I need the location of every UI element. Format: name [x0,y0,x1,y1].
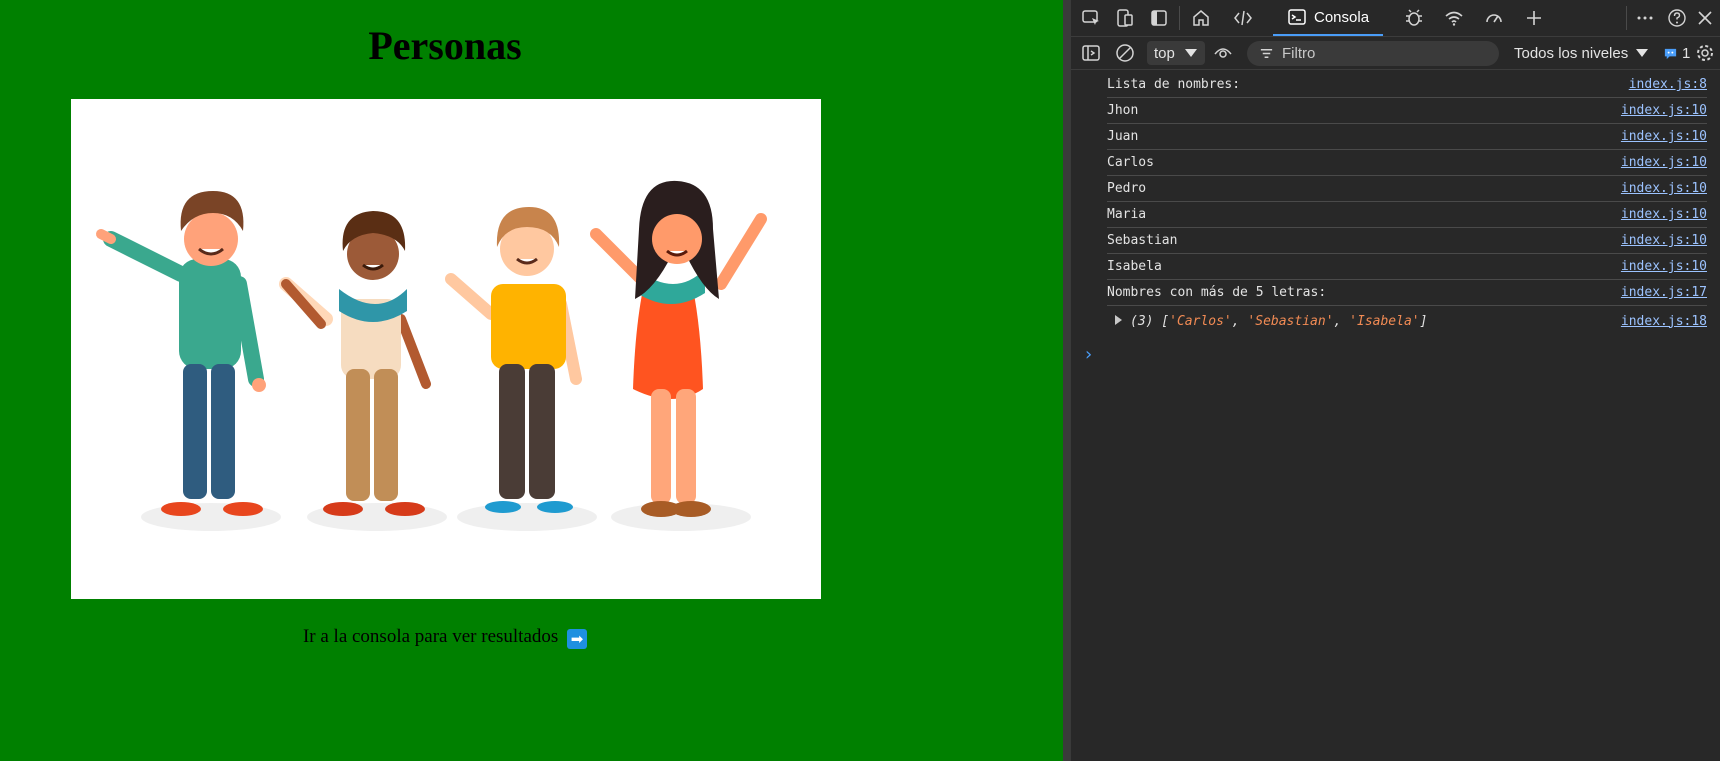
array-item: 'Isabela' [1349,313,1420,329]
people-illustration [71,99,821,599]
person-2-figure [279,211,431,516]
log-source-link[interactable]: index.js:10 [1621,155,1707,170]
log-message: Isabela [1107,259,1162,274]
log-message: Maria [1107,207,1147,222]
tab-console[interactable]: Consola [1273,0,1383,36]
issues-counter[interactable]: 1 [1663,41,1690,65]
log-message: Nombres con más de 5 letras: [1107,285,1327,300]
log-row-array[interactable]: (3) ['Carlos', 'Sebastian', 'Isabela'] i… [1107,306,1707,336]
sidebar-toggle-icon[interactable] [1079,41,1103,65]
log-row: Maria index.js:10 [1107,202,1707,228]
person-4-figure [590,180,767,517]
console-toolbar: top Filtro Todos los niveles 1 [1071,37,1720,70]
log-source-link[interactable]: index.js:10 [1621,181,1707,196]
chevron-down-icon [1636,49,1649,57]
person-3-figure [445,207,582,513]
log-row: Juan index.js:10 [1107,124,1707,150]
filter-input[interactable]: Filtro [1247,41,1499,66]
wifi-icon[interactable] [1442,6,1466,30]
filter-placeholder: Filtro [1282,45,1316,62]
performance-icon[interactable] [1482,6,1506,30]
log-row: Isabela index.js:10 [1107,254,1707,280]
inspect-icon[interactable] [1079,6,1103,30]
person-1-figure [96,191,266,516]
code-icon[interactable] [1231,6,1255,30]
log-row: Carlos index.js:10 [1107,150,1707,176]
log-source-link[interactable]: index.js:10 [1621,129,1707,144]
log-row: Nombres con más de 5 letras: index.js:17 [1107,280,1707,306]
log-message: Carlos [1107,155,1154,170]
log-source-link[interactable]: index.js:10 [1621,207,1707,222]
gear-icon[interactable] [1693,41,1717,65]
help-icon[interactable] [1665,6,1689,30]
log-source-link[interactable]: index.js:10 [1621,103,1707,118]
close-icon[interactable] [1693,6,1717,30]
log-message: Sebastian [1107,233,1178,248]
right-arrow-icon: ➡ [567,629,588,649]
log-source-link[interactable]: index.js:8 [1629,77,1707,92]
tab-console-label: Consola [1314,8,1370,26]
array-count: (3) [1130,313,1154,329]
log-row: Jhon index.js:10 [1107,98,1707,124]
log-row: Sebastian index.js:10 [1107,228,1707,254]
array-item: 'Carlos' [1169,313,1232,329]
log-source-link[interactable]: index.js:17 [1621,285,1707,300]
array-item: 'Sebastian' [1247,313,1334,329]
people-illustration-svg [96,180,767,531]
eye-icon[interactable] [1211,41,1235,65]
prompt-chevron-icon: › [1085,344,1093,365]
log-row: Pedro index.js:10 [1107,176,1707,202]
caption-text: Ir a la consola para ver resultados [302,626,559,647]
log-source-link[interactable]: index.js:10 [1621,233,1707,248]
message-icon [1664,48,1677,59]
devtools-splitter[interactable] [1063,0,1071,761]
dock-icon[interactable] [1147,6,1171,30]
chevron-down-icon [1184,49,1197,57]
log-source-link[interactable]: index.js:18 [1621,314,1707,329]
expand-triangle-icon[interactable] [1115,314,1122,325]
clear-console-icon[interactable] [1113,41,1137,65]
log-levels-dropdown[interactable]: Todos los niveles [1514,41,1649,65]
log-source-link[interactable]: index.js:10 [1621,259,1707,274]
array-preview[interactable]: (3) ['Carlos', 'Sebastian', 'Isabela'] [1107,314,1427,329]
log-message: Pedro [1107,181,1147,196]
log-message: Lista de nombres: [1107,77,1241,92]
context-select[interactable]: top [1147,41,1205,65]
page-title: Personas [368,23,522,68]
log-message: Jhon [1107,103,1139,118]
device-emulation-icon[interactable] [1113,6,1137,30]
issues-count: 1 [1682,44,1691,62]
devtools-panel: Consola top Filtro Todos los niveles 1 L… [1071,0,1720,761]
console-prompt[interactable]: › [1085,344,1092,365]
log-row: Lista de nombres: index.js:8 [1107,72,1707,98]
filter-icon [1260,49,1273,58]
log-levels-label: Todos los niveles [1514,44,1629,62]
console-icon [1288,9,1306,25]
home-icon[interactable] [1189,6,1213,30]
bug-icon[interactable] [1402,6,1426,30]
console-log: Lista de nombres: index.js:8 Jhon index.… [1107,72,1707,336]
web-page: Personas Ir a la consola para ver result… [0,0,1063,761]
context-select-value: top [1154,44,1175,62]
log-message: Juan [1107,129,1139,144]
more-icon[interactable] [1633,6,1657,30]
caption: Ir a la consola para ver resultados ➡ [0,626,890,649]
add-tab-icon[interactable] [1522,6,1546,30]
devtools-tabbar: Consola [1071,0,1720,37]
